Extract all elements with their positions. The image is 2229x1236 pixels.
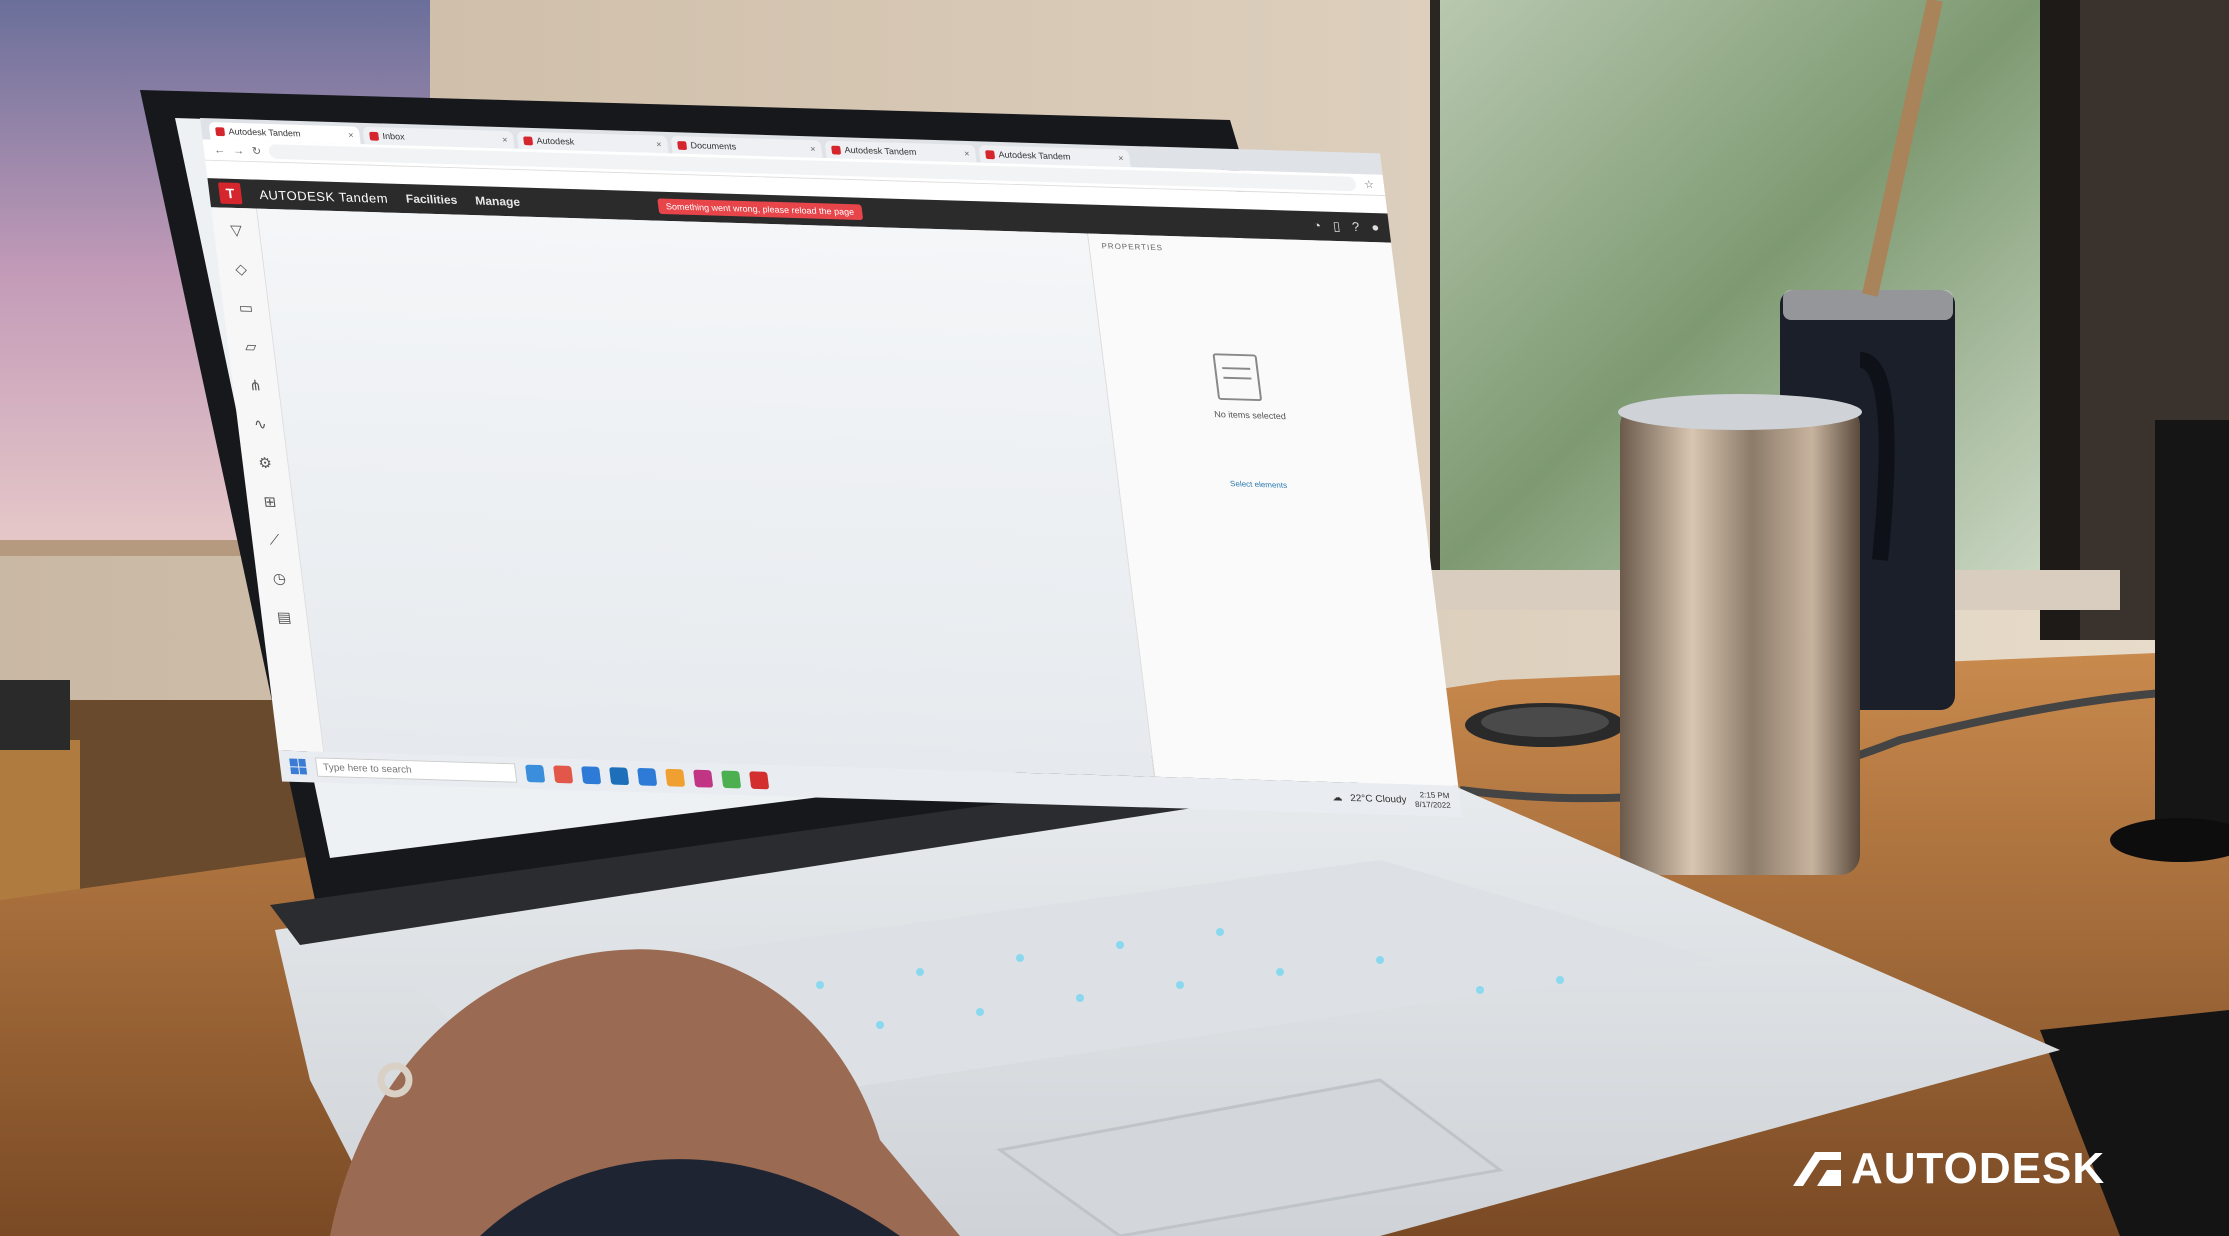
table-icon[interactable]: ▤: [276, 608, 292, 626]
app-icon[interactable]: [693, 769, 714, 788]
weather-icon[interactable]: ☁: [1332, 792, 1343, 803]
tab-label: Inbox: [381, 131, 406, 142]
3d-viewport[interactable]: [257, 208, 1155, 777]
reload-icon[interactable]: ↻: [251, 145, 262, 158]
steel-tumbler: [1620, 405, 1860, 875]
trend-icon[interactable]: ⟋: [268, 532, 281, 549]
menu-facilities[interactable]: Facilities: [405, 192, 458, 207]
folder-icon[interactable]: ▱: [244, 338, 258, 356]
grid-icon[interactable]: ⊞: [263, 493, 278, 511]
tab-favicon-icon: [677, 140, 688, 150]
tab-label: Autodesk: [535, 135, 575, 147]
star-icon[interactable]: ☆: [1363, 178, 1374, 191]
tab-label: Autodesk Tandem: [997, 149, 1072, 162]
chart-icon[interactable]: ∿: [253, 415, 268, 433]
tandem-logo-icon[interactable]: T: [217, 182, 243, 205]
tag-icon[interactable]: ◇: [234, 260, 248, 278]
clock-date: 8/17/2022: [1414, 799, 1452, 810]
autodesk-watermark: AUTODESK: [1793, 1144, 2105, 1194]
back-icon[interactable]: ←: [213, 144, 225, 156]
autodesk-wordmark: AUTODESK: [1851, 1144, 2106, 1193]
chrome-icon[interactable]: [721, 770, 742, 789]
menu-manage[interactable]: Manage: [474, 194, 520, 209]
app-icon[interactable]: [665, 768, 686, 787]
taskbar-search-input[interactable]: Type here to search: [314, 757, 518, 783]
app-icon[interactable]: [637, 767, 658, 786]
tab-favicon-icon: [215, 126, 226, 136]
close-icon[interactable]: ×: [502, 135, 508, 145]
app-icon[interactable]: [581, 766, 602, 785]
header-icons: ◔ ▯ ? ●: [1312, 218, 1380, 236]
select-elements-link[interactable]: Select elements: [1148, 477, 1369, 492]
empty-list-icon: [1212, 353, 1263, 402]
bookmark-icon[interactable]: ▯: [1332, 219, 1341, 235]
tab-label: Autodesk Tandem: [843, 145, 918, 157]
close-icon[interactable]: ×: [810, 144, 816, 154]
acrobat-icon[interactable]: [749, 771, 770, 790]
settings-icon[interactable]: ⚙: [257, 454, 272, 472]
clock[interactable]: 2:15 PM 8/17/2022: [1413, 790, 1452, 810]
close-icon[interactable]: ×: [348, 130, 354, 140]
close-icon[interactable]: ×: [964, 149, 970, 159]
app-brand: AUTODESK Tandem: [258, 187, 388, 205]
tandem-app-window: Autodesk Tandem × Inbox × Autodesk × Docume…: [200, 118, 1464, 832]
app-icon[interactable]: [609, 767, 630, 786]
history-icon[interactable]: ◷: [272, 570, 287, 587]
shelf: [0, 740, 80, 900]
product-name: Tandem: [337, 189, 389, 206]
tab-favicon-icon: [831, 145, 842, 155]
tree-icon[interactable]: ⋔: [248, 377, 263, 394]
help-icon[interactable]: ?: [1351, 219, 1360, 235]
tab-favicon-icon: [985, 149, 996, 159]
system-tray: ☁ 22°C Cloudy 2:15 PM 8/17/2022: [1331, 788, 1452, 811]
history-icon[interactable]: ◔: [1312, 218, 1322, 234]
brand-name: AUTODESK: [258, 186, 336, 204]
tab-label: Autodesk Tandem: [227, 126, 302, 139]
close-icon[interactable]: ×: [656, 139, 662, 149]
close-icon[interactable]: ×: [1118, 153, 1124, 163]
tab-favicon-icon: [523, 135, 534, 145]
weather-text[interactable]: 22°C Cloudy: [1350, 793, 1408, 805]
filter-icon[interactable]: ▽: [229, 221, 244, 239]
layers-icon[interactable]: ▭: [238, 299, 254, 317]
error-banner[interactable]: Something went wrong, please reload the …: [656, 198, 864, 221]
windows-start-icon[interactable]: [289, 758, 308, 775]
empty-message: No items selected: [1213, 409, 1287, 422]
forward-icon[interactable]: →: [232, 145, 244, 157]
app-icon[interactable]: [553, 765, 574, 784]
avatar[interactable]: ●: [1370, 220, 1380, 236]
autodesk-logo-icon: [1793, 1152, 1841, 1186]
tab-favicon-icon: [369, 131, 380, 141]
app-icon[interactable]: [525, 764, 546, 783]
properties-title: PROPERTIES: [1101, 241, 1164, 253]
tab-label: Documents: [689, 140, 737, 152]
